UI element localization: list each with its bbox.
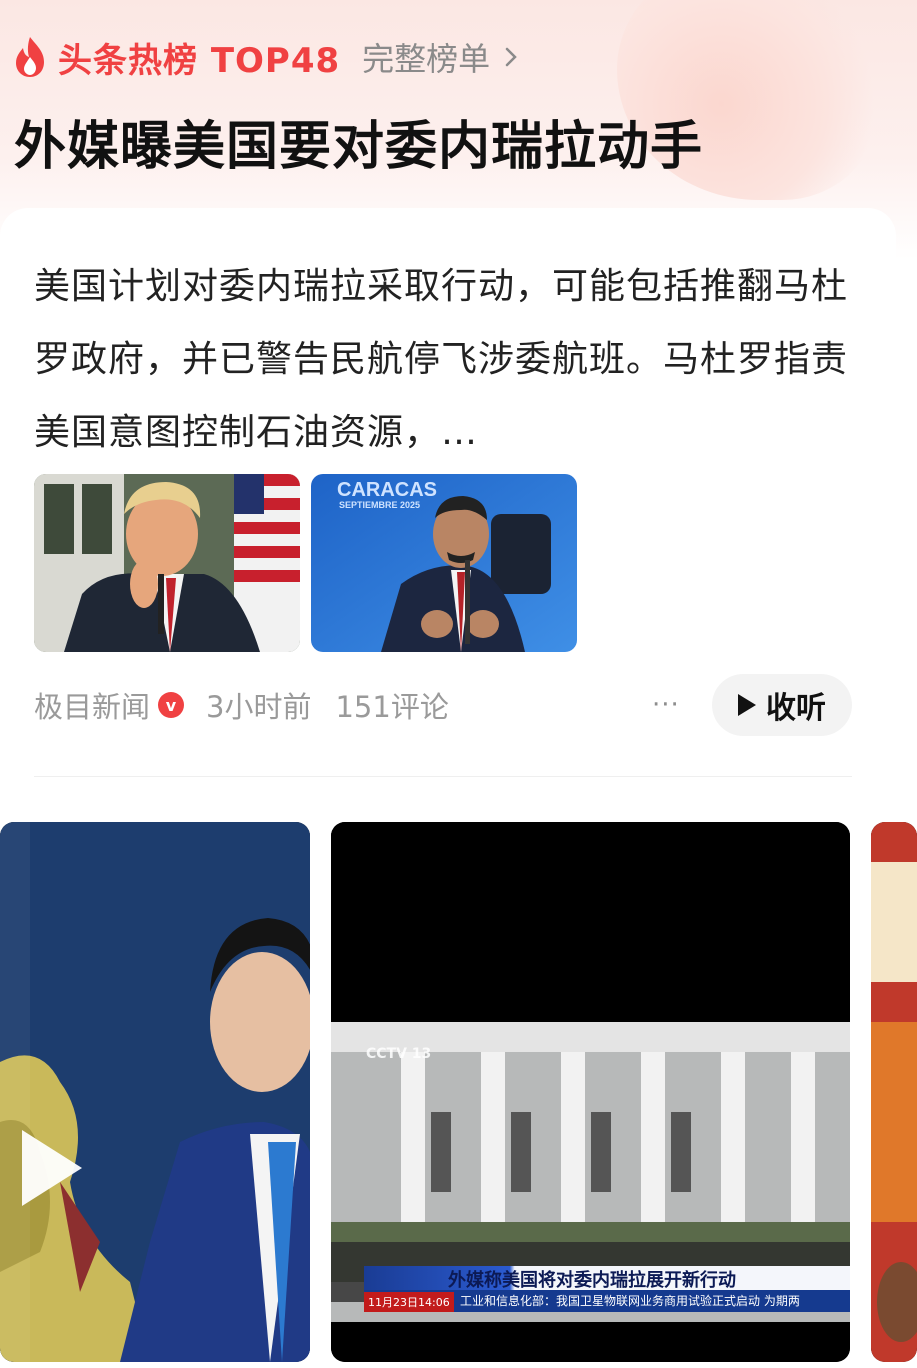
divider xyxy=(34,776,852,777)
caracas-text: CARACAS xyxy=(337,479,437,501)
article-meta: 极目新闻 v 3小时前 151评论 xyxy=(34,680,449,730)
article-image-maduro[interactable]: CARACAS SEPTIEMBRE 2025 xyxy=(311,474,577,652)
listen-label: 收听 xyxy=(766,691,826,726)
page-title: 外媒曝美国要对委内瑞拉动手 xyxy=(14,117,704,177)
comment-count[interactable]: 151评论 xyxy=(335,684,448,726)
listen-button[interactable]: 收听 xyxy=(712,674,852,736)
publish-time: 3小时前 xyxy=(206,690,312,724)
play-icon xyxy=(738,694,756,716)
source-name[interactable]: 极目新闻 xyxy=(34,684,150,726)
article-image-trump[interactable] xyxy=(34,474,300,652)
verified-icon: v xyxy=(158,692,185,718)
full-list-label: 完整榜单 xyxy=(362,40,491,78)
video-card-3[interactable] xyxy=(871,822,917,1362)
hotlist-title: 头条热榜 TOP48 xyxy=(58,40,341,81)
channel-logo: CCTV 13 xyxy=(366,1046,432,1062)
video-card-1[interactable] xyxy=(0,822,310,1362)
full-list-link[interactable]: 完整榜单 xyxy=(362,34,518,80)
ticker-time: 11月23日14:06 xyxy=(364,1292,454,1312)
video-caption: 外媒称美国将对委内瑞拉展开新行动 xyxy=(448,1270,736,1291)
hotlist-header[interactable]: 头条热榜 TOP48 完整榜单 xyxy=(10,30,518,84)
flame-icon xyxy=(16,37,44,77)
article-summary[interactable]: 美国计划对委内瑞拉采取行动，可能包括推翻马杜罗政府，并已警告民航停飞涉委航班。马… xyxy=(34,250,854,469)
chevron-right-icon xyxy=(505,47,517,67)
ticker-text: 工业和信息化部：我国卫星物联网业务商用试验正式启动 为期两 xyxy=(460,1294,800,1308)
play-icon[interactable] xyxy=(22,1130,82,1206)
more-options-button[interactable]: ··· xyxy=(652,690,680,720)
caracas-subtext: SEPTIEMBRE 2025 xyxy=(339,500,420,510)
